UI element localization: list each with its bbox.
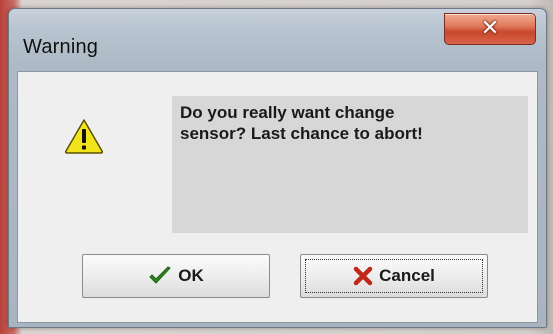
ok-button-label: OK — [178, 266, 204, 285]
dialog-body: Do you really want change sensor? Last c… — [17, 71, 538, 323]
warning-message: Do you really want change sensor? Last c… — [180, 103, 423, 143]
warning-dialog: Warning ✕ Do you really want change sens… — [8, 8, 547, 328]
message-area: Do you really want change sensor? Last c… — [172, 96, 528, 233]
focus-rectangle — [305, 259, 483, 293]
title-bar[interactable]: Warning ✕ — [9, 9, 546, 71]
warning-icon — [64, 118, 104, 154]
cancel-button[interactable]: Cancel — [300, 254, 488, 298]
checkmark-icon — [149, 266, 171, 284]
dialog-title: Warning — [23, 36, 99, 58]
ok-button[interactable]: OK — [82, 254, 270, 298]
close-button[interactable]: ✕ — [444, 13, 536, 45]
close-icon: ✕ — [480, 16, 500, 41]
